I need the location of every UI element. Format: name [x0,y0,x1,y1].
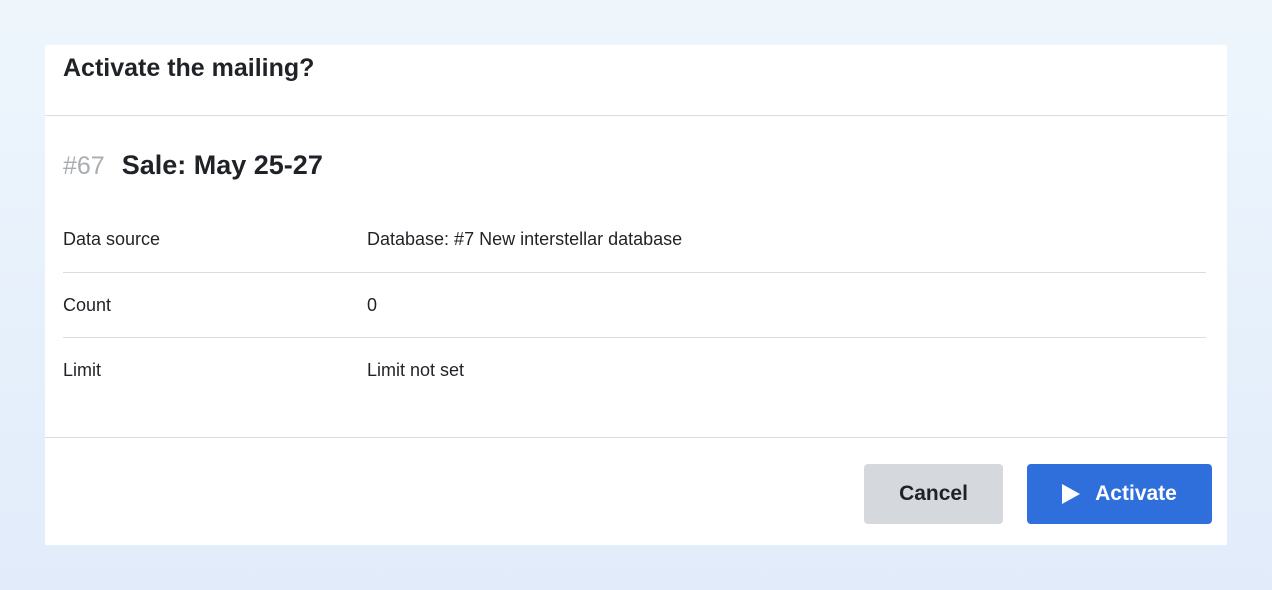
play-icon [1062,484,1081,504]
dialog-body: #67 Sale: May 25-27 Data source Database… [45,116,1227,438]
cancel-button-label: Cancel [899,482,968,505]
detail-label: Count [63,294,112,315]
activate-button[interactable]: Activate [1027,464,1212,524]
dialog-header: Activate the mailing? [45,45,1227,116]
dialog-title: Activate the mailing? [63,54,315,82]
mailing-name: Sale: May 25-27 [121,150,323,180]
detail-value: 0 [367,294,378,315]
activate-mailing-dialog: Activate the mailing? #67 Sale: May 25-2… [45,45,1227,545]
detail-value: Limit not set [367,360,465,380]
activate-button-label: Activate [1095,482,1177,505]
detail-value: Database: #7 New interstellar database [367,229,683,249]
detail-label: Data source [63,229,161,249]
cancel-button[interactable]: Cancel [864,464,1003,524]
detail-row-count: Count 0 [63,273,1206,338]
mailing-id: #67 [63,152,105,180]
detail-label: Limit [63,360,102,380]
mailing-heading: #67 Sale: May 25-27 [63,150,323,181]
detail-row-limit: Limit Limit not set [63,338,1206,403]
dialog-footer: Cancel Activate [45,438,1227,545]
detail-row-data-source: Data source Database: #7 New interstella… [63,209,1206,273]
mailing-details-table: Data source Database: #7 New interstella… [63,209,1206,403]
